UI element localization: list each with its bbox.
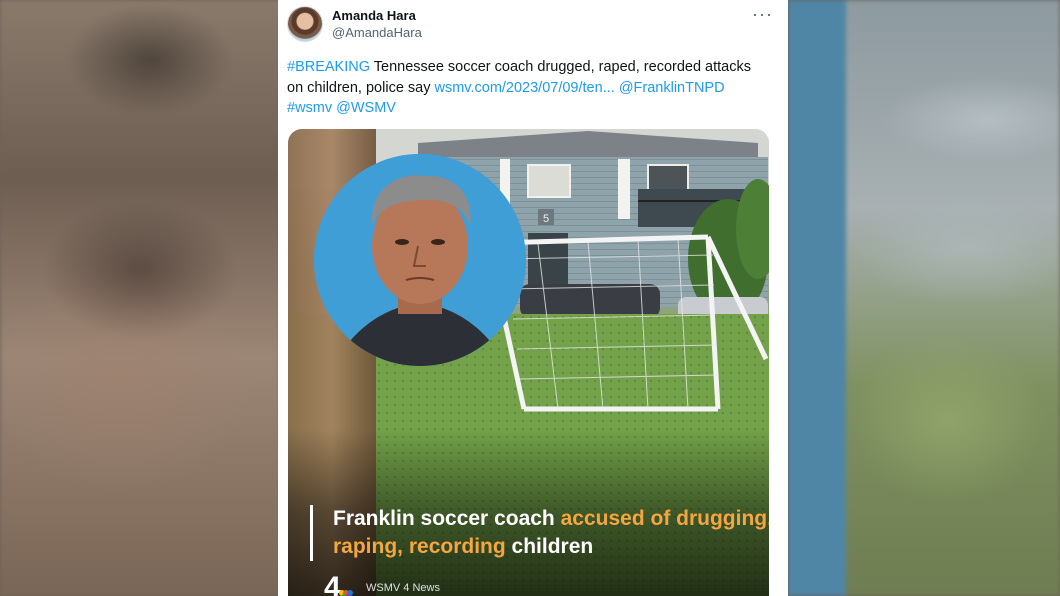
tweet-card: Amanda Hara @AmandaHara ··· #BREAKING Te…: [278, 0, 788, 596]
mugshot-portrait: [314, 154, 526, 366]
mention-wsmv[interactable]: @WSMV: [336, 100, 396, 116]
author-handle[interactable]: @AmandaHara: [332, 25, 422, 40]
mugshot-photo: [314, 154, 526, 366]
logo-number: 4: [324, 571, 341, 596]
author-avatar[interactable]: [287, 6, 323, 42]
tweet-text: #BREAKING Tennessee soccer coach drugged…: [287, 57, 767, 119]
brand-name: WSMV 4 News: [366, 582, 440, 594]
headline-end: children: [505, 535, 594, 558]
wsmv-logo-icon: 4: [324, 571, 353, 596]
author-name[interactable]: Amanda Hara: [332, 8, 416, 23]
tweet-media-image[interactable]: 5 Franklin soccer coach accused of drugg…: [288, 129, 769, 596]
mention-franklintnpd[interactable]: @FranklinTNPD: [619, 80, 725, 96]
hashtag-breaking[interactable]: #BREAKING: [287, 59, 370, 75]
blurred-background-left: [0, 0, 280, 596]
building-number: 5: [543, 213, 549, 225]
article-link[interactable]: wsmv.com/2023/07/09/ten...: [435, 80, 615, 96]
blurred-background-right: [788, 0, 1060, 596]
hashtag-wsmv[interactable]: #wsmv: [287, 100, 332, 116]
headline-plain: Franklin soccer coach: [333, 507, 561, 530]
more-icon[interactable]: ···: [752, 4, 773, 25]
media-headline: Franklin soccer coach accused of druggin…: [310, 505, 769, 561]
